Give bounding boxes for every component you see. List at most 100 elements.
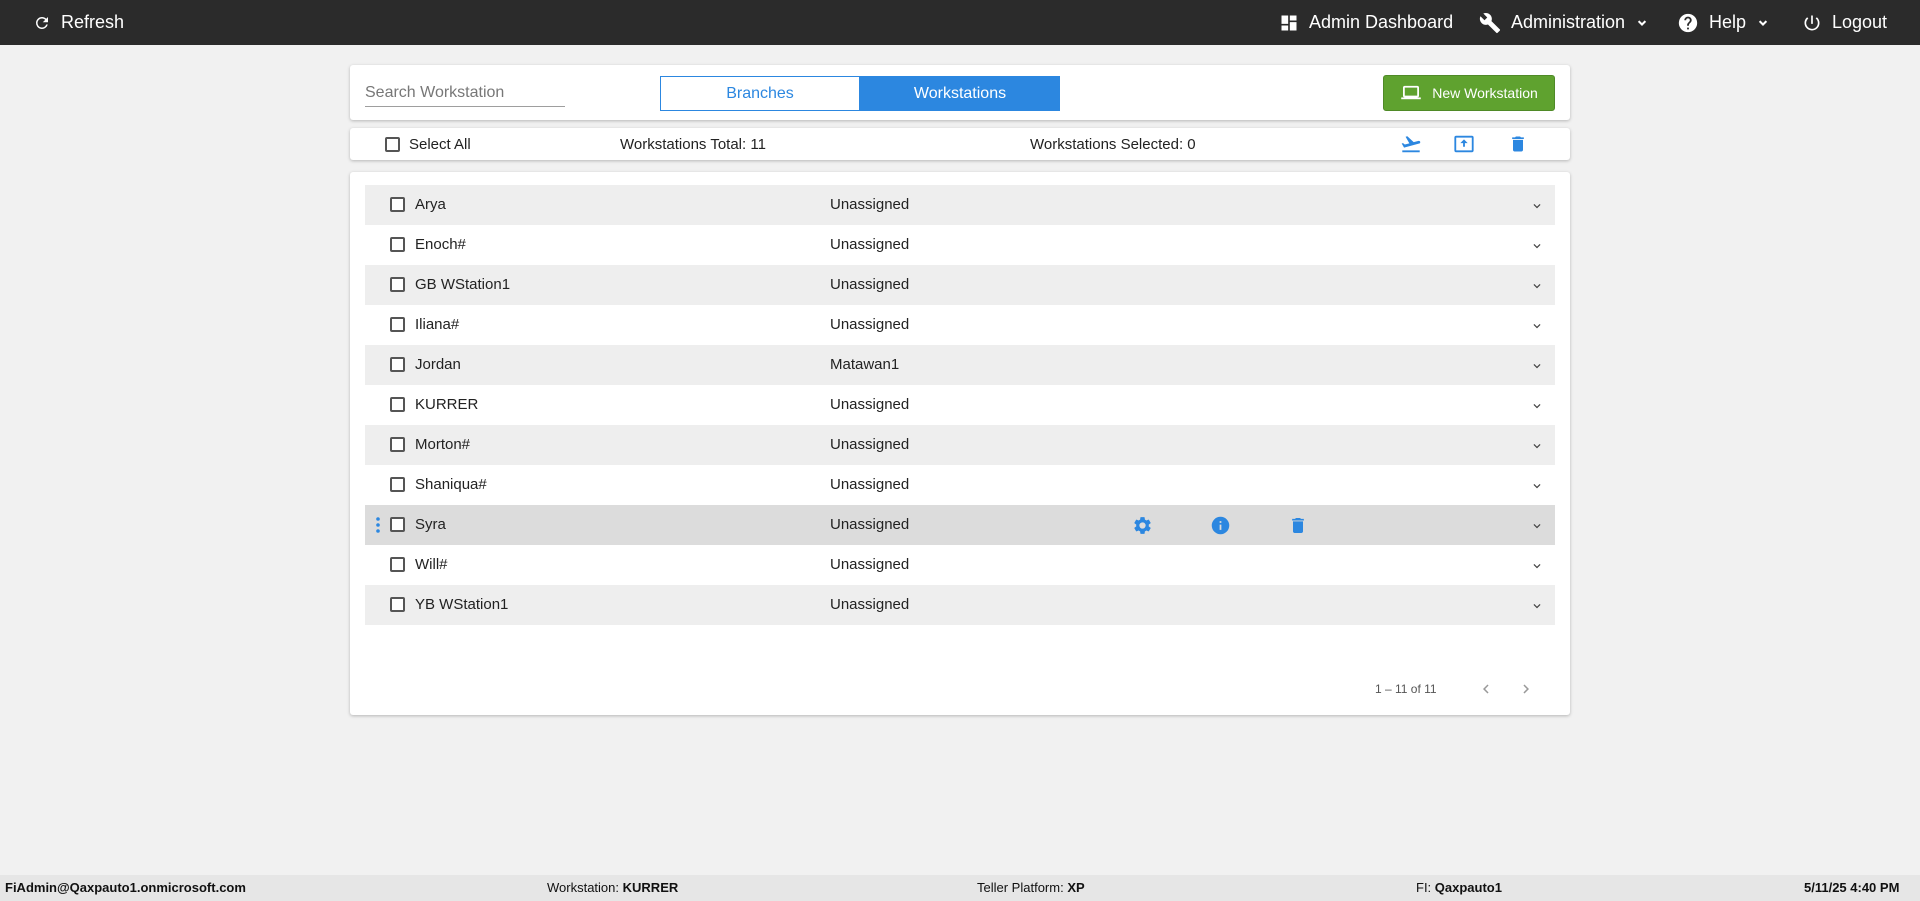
status-fi-value: Qaxpauto1 [1434,880,1502,895]
chevron-left-icon[interactable] [1477,680,1495,698]
status-datetime: 5/11/25 4:40 PM [1804,880,1900,895]
workstation-branch: Unassigned [830,396,910,413]
toolbar-card: Branches Workstations New Workstation [350,65,1570,120]
list-item[interactable]: Syra Unassigned [365,505,1555,545]
workstations-selected: Workstations Selected: 0 [1030,136,1196,153]
chevron-down-icon[interactable] [1530,199,1544,213]
workstation-name: Jordan [415,356,461,373]
list-item[interactable]: Iliana# Unassigned [365,305,1555,345]
select-all-label: Select All [409,136,471,153]
chevron-down-icon[interactable] [1530,439,1544,453]
admin-dashboard-link[interactable]: Admin Dashboard [1279,0,1453,45]
list-item[interactable]: Morton# Unassigned [365,425,1555,465]
settings-icon[interactable] [1132,515,1153,536]
refresh-label: Refresh [61,12,125,32]
logout-label: Logout [1832,12,1888,32]
workstation-branch: Unassigned [830,196,910,213]
chevron-down-icon [1758,19,1768,26]
chevron-down-icon[interactable] [1530,479,1544,493]
workstation-list-card: Arya Unassigned Enoch# Unassigned GB WSt… [350,172,1570,715]
row-checkbox[interactable] [390,277,405,292]
refresh-button[interactable]: Refresh [33,0,124,45]
workstation-branch: Unassigned [830,476,910,493]
wrench-icon [1479,12,1501,33]
row-checkbox[interactable] [390,397,405,412]
status-bar: FiAdmin@Qaxpauto1.onmicrosoft.com Workst… [0,875,1920,901]
summary-bar: Select All Workstations Total: 11 Workst… [350,128,1570,160]
assign-branch-button[interactable] [1400,133,1422,159]
row-checkbox[interactable] [390,597,405,612]
row-checkbox[interactable] [390,317,405,332]
status-workstation-value: KURRER [622,880,679,895]
tab-branches[interactable]: Branches [660,76,860,111]
trash-icon[interactable] [1288,515,1308,536]
logout-button[interactable]: Logout [1802,0,1887,45]
status-workstation-label: Workstation: [547,880,620,895]
workstation-branch: Unassigned [830,556,910,573]
select-all-checkbox[interactable]: Select All [385,136,471,153]
new-workstation-button[interactable]: New Workstation [1383,75,1555,111]
status-workstation: Workstation: KURRER [547,880,678,895]
chevron-down-icon[interactable] [1530,319,1544,333]
flight-takeoff-icon [1401,136,1421,153]
status-user: FiAdmin@Qaxpauto1.onmicrosoft.com [5,880,246,895]
view-toggle: Branches Workstations [660,76,1060,111]
delete-selected-button[interactable] [1508,133,1528,159]
chevron-down-icon[interactable] [1530,519,1544,533]
workstation-name: Enoch# [415,236,466,253]
refresh-icon [35,16,48,29]
tab-workstations[interactable]: Workstations [860,76,1060,111]
workstation-name: KURRER [415,396,479,413]
admin-dashboard-label: Admin Dashboard [1309,12,1454,32]
row-checkbox[interactable] [390,557,405,572]
workstation-branch: Unassigned [830,316,910,333]
chevron-down-icon[interactable] [1530,359,1544,373]
chevron-right-icon[interactable] [1517,680,1535,698]
workstation-name: YB WStation1 [415,596,509,613]
row-checkbox[interactable] [390,437,405,452]
workstation-list: Arya Unassigned Enoch# Unassigned GB WSt… [365,185,1555,625]
info-icon[interactable] [1210,515,1231,536]
search-input[interactable] [365,79,565,107]
row-checkbox[interactable] [390,237,405,252]
workstation-branch: Matawan1 [830,356,900,373]
upload-button[interactable] [1453,133,1475,159]
dashboard-icon [1281,15,1297,30]
row-checkbox[interactable] [390,197,405,212]
list-item[interactable]: GB WStation1 Unassigned [365,265,1555,305]
administration-label: Administration [1511,12,1626,32]
more-vert-icon[interactable] [375,517,381,533]
list-item[interactable]: Arya Unassigned [365,185,1555,225]
workstation-branch: Unassigned [830,596,910,613]
chevron-down-icon[interactable] [1530,239,1544,253]
workstation-name: Arya [415,196,446,213]
status-fi-label: FI: [1416,880,1432,895]
row-checkbox[interactable] [390,477,405,492]
list-item[interactable]: Will# Unassigned [365,545,1555,585]
chevron-down-icon [1637,19,1647,26]
new-workstation-label: New Workstation [1432,85,1538,101]
list-item[interactable]: Enoch# Unassigned [365,225,1555,265]
list-item[interactable]: KURRER Unassigned [365,385,1555,425]
help-menu[interactable]: Help [1677,0,1770,45]
administration-menu[interactable]: Administration [1479,0,1649,45]
chevron-down-icon[interactable] [1530,599,1544,613]
workstation-branch: Unassigned [830,276,910,293]
workstation-branch: Unassigned [830,436,910,453]
pagination-range: 1 – 11 of 11 [1375,682,1437,696]
chevron-down-icon[interactable] [1530,279,1544,293]
workstation-name: Morton# [415,436,471,453]
status-fi: FI: Qaxpauto1 [1416,880,1502,895]
row-checkbox[interactable] [390,357,405,372]
chevron-down-icon[interactable] [1530,399,1544,413]
checkbox[interactable] [385,137,400,152]
list-item[interactable]: Shaniqua# Unassigned [365,465,1555,505]
status-platform-label: Teller Platform: [977,880,1064,895]
list-item[interactable]: Jordan Matawan1 [365,345,1555,385]
help-icon [1678,13,1698,32]
row-checkbox[interactable] [390,517,405,532]
status-platform: Teller Platform: XP [977,880,1085,895]
list-item[interactable]: YB WStation1 Unassigned [365,585,1555,625]
chevron-down-icon[interactable] [1530,559,1544,573]
top-nav-bar: Refresh Admin Dashboard Administration H… [0,0,1920,45]
